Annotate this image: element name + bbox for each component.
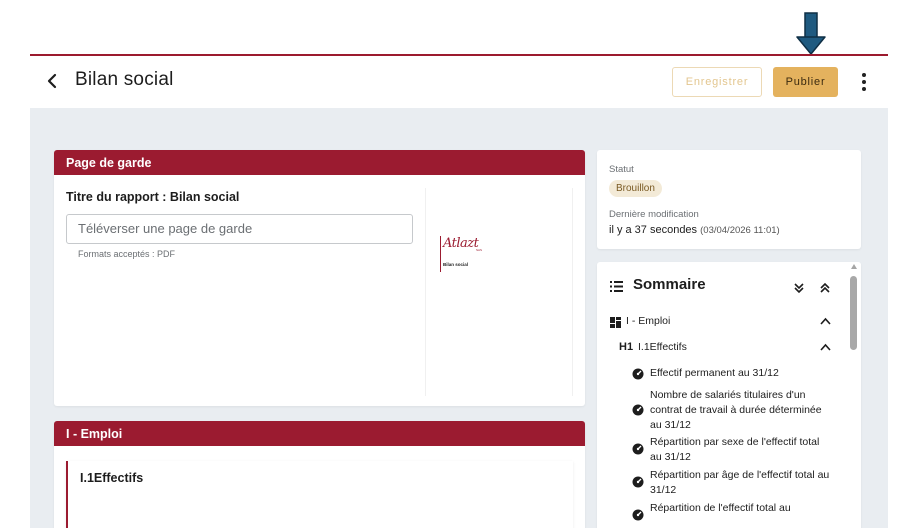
section-effectifs[interactable]: I.1Effectifs <box>66 461 573 528</box>
table-of-contents-card: Sommaire I - Emploi H1 I.1Effectifs Effe… <box>597 262 861 528</box>
expand-all-button[interactable] <box>791 280 807 296</box>
publish-button[interactable]: Publier <box>773 67 838 97</box>
last-modified-date: (03/04/2026 11:01) <box>700 225 780 236</box>
logo-rule <box>440 236 441 272</box>
toc-indicator-item[interactable]: Effectif permanent au 31/12 <box>650 366 830 381</box>
section-title: I.1Effectifs <box>80 471 144 485</box>
collapse-part-button[interactable] <box>818 314 832 328</box>
company-logo: Atlazt SAS Bilan social <box>440 236 486 276</box>
accepted-formats-hint: Formats acceptés : PDF <box>78 249 176 259</box>
dot-icon <box>862 87 866 91</box>
collapse-all-button[interactable] <box>817 280 833 296</box>
list-icon <box>609 279 623 293</box>
dot-icon <box>862 80 866 84</box>
chevron-up-icon <box>819 343 831 351</box>
toc-h1-effectifs[interactable]: I.1Effectifs <box>638 340 687 355</box>
scroll-thumb[interactable] <box>850 276 857 350</box>
logo-script-text: Atlazt <box>443 236 479 251</box>
last-modified-relative: il y a 37 secondes <box>609 224 698 236</box>
last-modified-label: Dernière modification <box>609 209 699 220</box>
status-badge: Brouillon <box>609 180 662 197</box>
gauge-icon <box>632 368 644 380</box>
toc-indicator-item[interactable]: Répartition de l'effectif total au <box>650 501 830 516</box>
dashboard-icon <box>609 316 621 328</box>
toc-part-emploi[interactable]: I - Emploi <box>626 314 670 329</box>
gauge-icon <box>632 509 644 521</box>
cover-page-card: Page de garde Titre du rapport : Bilan s… <box>54 150 585 406</box>
down-arrow-annotation-icon <box>796 12 826 55</box>
dot-icon <box>862 73 866 77</box>
status-label: Statut <box>609 164 634 175</box>
more-options-button[interactable] <box>856 70 872 94</box>
collapse-h1-button[interactable] <box>818 340 832 354</box>
h1-tag: H1 <box>619 341 634 353</box>
logo-subtitle: Bilan social <box>443 262 469 267</box>
report-title: Titre du rapport : Bilan social <box>66 190 240 204</box>
status-card: Statut Brouillon Dernière modification i… <box>597 150 861 249</box>
last-modified-value: il y a 37 secondes (03/04/2026 11:01) <box>609 224 780 236</box>
emploi-header: I - Emploi <box>54 421 585 446</box>
double-chevron-down-icon <box>794 283 804 294</box>
toc-indicator-item[interactable]: Répartition par sexe de l'effectif total… <box>650 435 830 465</box>
save-button[interactable]: Enregistrer <box>672 67 762 97</box>
scroll-up-arrow-icon[interactable] <box>851 264 857 269</box>
chevron-left-icon <box>47 73 57 89</box>
gauge-icon <box>632 476 644 488</box>
cover-page-header: Page de garde <box>54 150 585 175</box>
page-header: Bilan social Enregistrer Publier <box>30 56 888 108</box>
toc-indicator-item[interactable]: Nombre de salariés titulaires d'un contr… <box>650 388 830 433</box>
emploi-card: I - Emploi I.1Effectifs <box>54 421 585 528</box>
main-content: Page de garde Titre du rapport : Bilan s… <box>30 108 888 528</box>
cover-upload-input[interactable]: Téléverser une page de garde <box>66 214 413 244</box>
page-title: Bilan social <box>75 69 174 90</box>
gauge-icon <box>632 443 644 455</box>
back-button[interactable] <box>40 69 64 93</box>
gauge-icon <box>632 404 644 416</box>
toc-title: Sommaire <box>633 276 706 293</box>
logo-tag: SAS <box>476 248 483 252</box>
cover-preview: Atlazt SAS Bilan social <box>425 188 573 396</box>
chevron-up-icon <box>819 317 831 325</box>
toc-scrollbar[interactable] <box>847 262 861 528</box>
double-chevron-up-icon <box>820 282 830 293</box>
toc-indicator-item[interactable]: Répartition par âge de l'effectif total … <box>650 468 830 498</box>
